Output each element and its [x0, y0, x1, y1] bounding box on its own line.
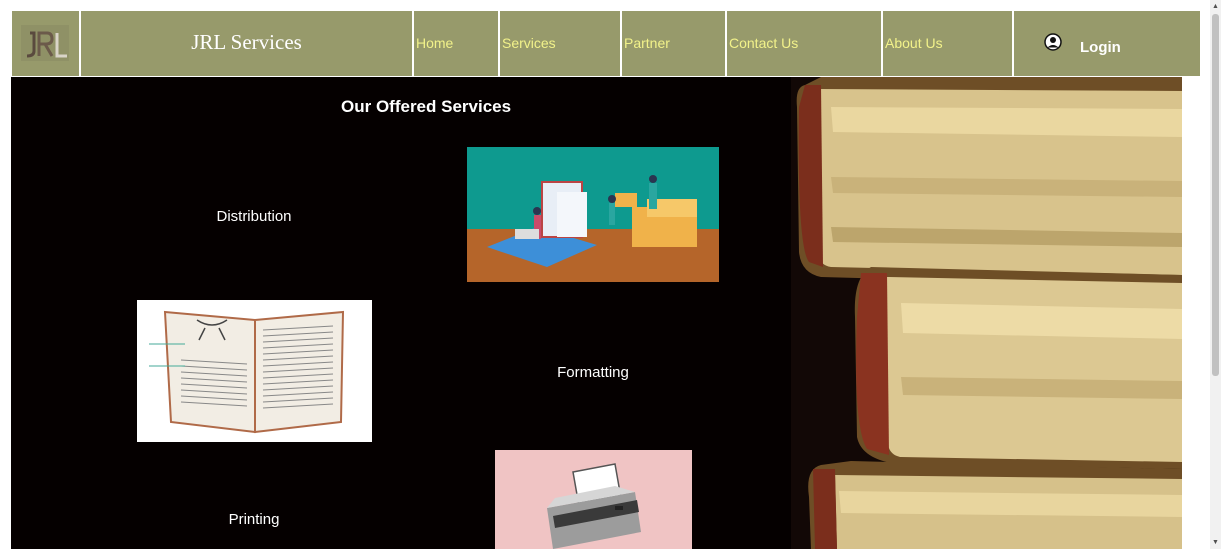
nav-item-home[interactable]: Home: [414, 11, 500, 76]
nav-item-about[interactable]: About Us: [883, 11, 1014, 76]
nav-item-partner[interactable]: Partner: [622, 11, 727, 76]
brand-cell: JRL Services: [81, 11, 414, 76]
login-label: Login: [1080, 39, 1121, 56]
services-section: Our Offered Services Distribution Format…: [11, 77, 1182, 549]
books-stack-image: [791, 77, 1182, 549]
vertical-scrollbar[interactable]: ▲ ▼: [1210, 0, 1221, 549]
nav-link-home[interactable]: Home: [416, 35, 453, 51]
nav-link-partner[interactable]: Partner: [624, 35, 670, 51]
jrl-logo[interactable]: [21, 25, 69, 61]
nav-item-services[interactable]: Services: [500, 11, 622, 76]
nav-item-contact[interactable]: Contact Us: [727, 11, 883, 76]
formatting-book-image: [137, 300, 372, 442]
printer-image: [495, 450, 692, 549]
section-title: Our Offered Services: [341, 97, 512, 116]
scroll-down-icon[interactable]: ▼: [1211, 538, 1220, 547]
nav-link-contact[interactable]: Contact Us: [729, 35, 798, 51]
service-label-printing: Printing: [228, 511, 280, 528]
service-label-formatting: Formatting: [557, 364, 629, 381]
scroll-up-icon[interactable]: ▲: [1211, 2, 1220, 11]
service-label-distribution: Distribution: [216, 208, 292, 225]
distribution-illustration: [467, 147, 719, 282]
user-circle-icon: [1044, 33, 1062, 51]
brand-title: JRL Services: [191, 30, 302, 54]
nav-link-services[interactable]: Services: [502, 35, 556, 51]
scroll-thumb[interactable]: [1212, 14, 1219, 376]
top-navbar: JRL Services Home Services Partner Conta…: [12, 11, 1200, 76]
nav-link-about[interactable]: About Us: [885, 35, 943, 51]
logo-cell: [12, 11, 81, 76]
login-button[interactable]: Login: [1030, 11, 1200, 76]
